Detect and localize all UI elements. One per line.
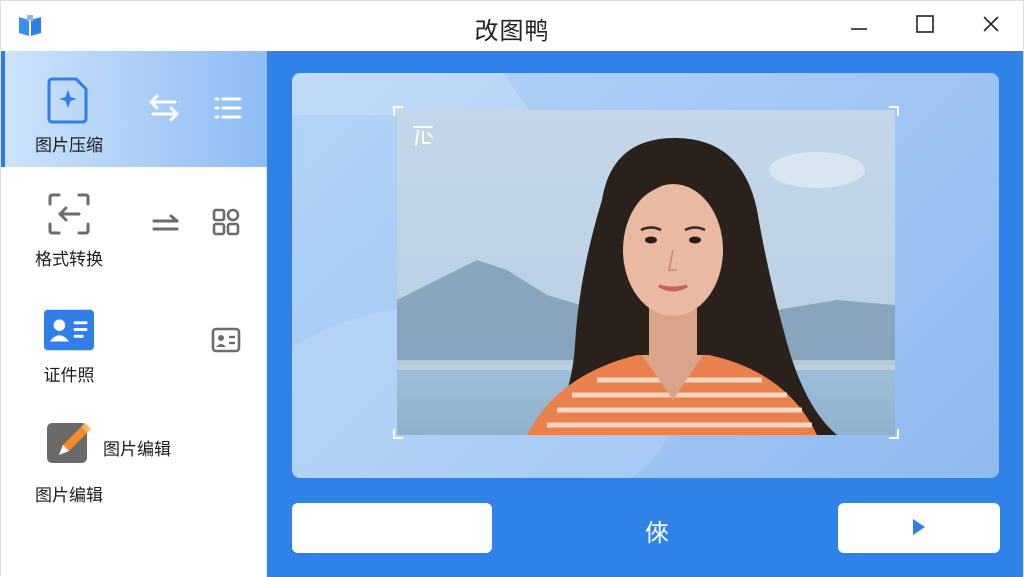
start-button[interactable] (838, 503, 1000, 553)
minimize-icon (849, 14, 869, 38)
sidebar-item-main[interactable]: 图片压缩 (19, 75, 119, 156)
close-icon (981, 14, 1001, 38)
watermark-icon (410, 123, 438, 149)
image-edit-secondary-label[interactable]: 图片编辑 (103, 435, 171, 460)
sidebar: 图片压缩 格式转换 证件照 图片编辑 图片编辑 (1, 51, 267, 577)
sidebar-item-id-photo[interactable]: 证件照 (1, 291, 267, 391)
play-icon (911, 518, 927, 539)
id-card-icon (44, 305, 94, 355)
panel-highlight (292, 73, 532, 115)
sidebar-item-main[interactable]: 格式转换 (19, 189, 119, 270)
left-action-button[interactable] (292, 503, 492, 553)
crop-corner-bottom-right[interactable] (889, 429, 899, 439)
close-button[interactable] (973, 9, 1009, 43)
minimize-button[interactable] (841, 9, 877, 43)
list-icon[interactable] (211, 91, 245, 125)
format-convert-icon (44, 189, 94, 239)
sidebar-item-label: 格式转换 (35, 250, 103, 270)
crop-corner-top-right[interactable] (889, 106, 899, 116)
image-compress-icon (44, 75, 94, 125)
sidebar-item-image-compress[interactable]: 图片压缩 (1, 51, 267, 167)
maximize-button[interactable] (907, 9, 943, 43)
sidebar-item-format-convert[interactable]: 格式转换 (1, 179, 267, 279)
main-panel: 倈 (267, 51, 1023, 577)
image-preview-panel (292, 73, 999, 478)
maximize-icon (915, 14, 935, 38)
center-mark: 倈 (645, 519, 669, 547)
sidebar-item-main[interactable]: 证件照 (19, 305, 119, 386)
crop-corner-bottom-left[interactable] (393, 429, 403, 439)
title-bar: 改图鸭 (1, 1, 1023, 51)
sidebar-item-label: 图片编辑 (35, 486, 103, 506)
image-edit-icon (44, 417, 94, 467)
arrow-right-icon[interactable] (149, 207, 183, 241)
sidebar-item-label: 证件照 (43, 366, 95, 386)
crop-corner-top-left[interactable] (393, 106, 403, 116)
sidebar-item-image-edit[interactable]: 图片编辑 图片编辑 (1, 403, 267, 513)
sidebar-item-main[interactable]: 图片编辑 (19, 417, 119, 506)
swap-arrows-icon[interactable] (147, 91, 181, 125)
sidebar-item-label: 图片压缩 (35, 136, 103, 156)
contact-card-icon[interactable] (209, 323, 243, 357)
grid-apps-icon[interactable] (209, 205, 243, 239)
portrait-photo[interactable] (397, 110, 895, 435)
app-window: 改图鸭 图片压缩 格式转换 证件照 图片编辑 图片编辑 倈 (0, 0, 1024, 577)
